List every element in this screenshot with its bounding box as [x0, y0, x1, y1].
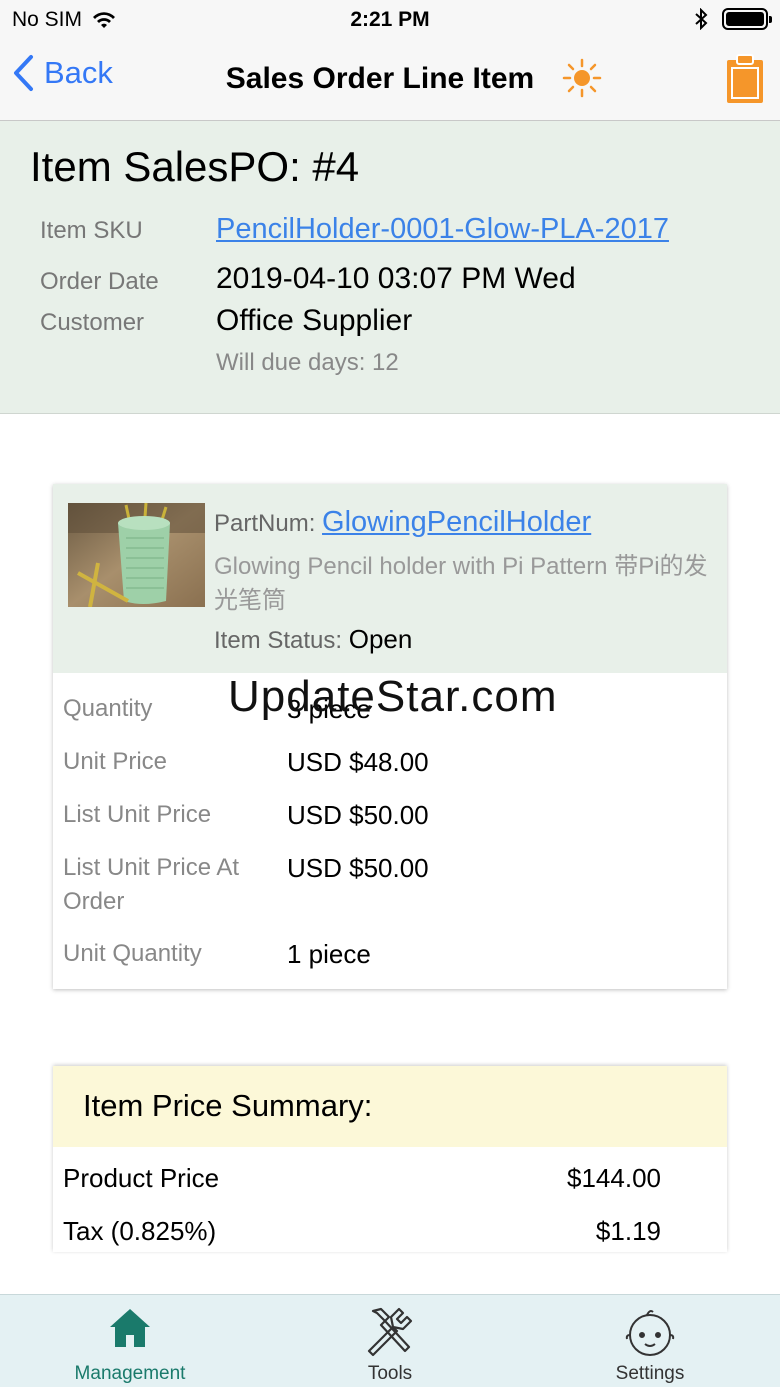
clock: 2:21 PM [350, 8, 430, 31]
battery-icon [722, 8, 772, 30]
status-bar: No SIM 2:21 PM [0, 0, 780, 40]
bluetooth-icon [695, 8, 708, 30]
sku-link[interactable]: PencilHolder-0001-Glow-PLA-2017 [216, 213, 669, 245]
list-unit-price-at-order-value: USD $50.00 [287, 853, 429, 883]
unit-quantity-value: 1 piece [287, 939, 371, 969]
tab-tools-label: Tools [367, 1363, 413, 1384]
sun-icon[interactable] [562, 58, 602, 98]
tab-bar: Management Tools Settings [0, 1294, 780, 1387]
status-right [694, 8, 772, 30]
order-date-value: 2019-04-10 03:07 PM Wed [216, 262, 576, 295]
house-icon [110, 1309, 150, 1347]
unit-price-value: USD $48.00 [287, 747, 429, 777]
tab-settings[interactable]: Settings [560, 1295, 740, 1387]
partnum-row: PartNum: GlowingPencilHolder [214, 506, 591, 539]
item-status-value: Open [348, 624, 413, 654]
tab-tools[interactable]: Tools [300, 1295, 480, 1387]
page-title: Item SalesPO: #4 [30, 143, 360, 190]
tab-management[interactable]: Management [40, 1295, 220, 1387]
unit-quantity-label: Unit Quantity [63, 940, 202, 967]
tax-label: Tax (0.825%) [63, 1216, 217, 1246]
item-status-label: Item Status: [214, 627, 343, 654]
sku-label: Item SKU [40, 217, 143, 244]
product-price-label: Product Price [63, 1163, 220, 1193]
list-unit-price-value: USD $50.00 [287, 800, 429, 830]
tax-value: $1.19 [595, 1216, 661, 1246]
list-unit-price-at-order-label: List Unit Price At Order [63, 854, 240, 915]
product-price-value: $144.00 [567, 1163, 661, 1193]
unit-price-label: Unit Price [63, 748, 168, 775]
part-summary: PartNum: GlowingPencilHolder Glowing Pen… [53, 484, 727, 673]
baby-face-icon [625, 1310, 675, 1356]
partnum-label: PartNum: [214, 510, 316, 537]
navigation-bar: Back Sales Order Line Item [0, 40, 780, 121]
price-summary-title: Item Price Summary: [83, 1088, 373, 1123]
customer-label: Customer [40, 309, 145, 336]
pencil-holder-image [68, 503, 205, 607]
tools-icon [367, 1307, 413, 1357]
customer-value: Office Supplier [216, 304, 413, 337]
item-description: Glowing Pencil holder with Pi Pattern 带P… [214, 553, 708, 614]
tab-settings-label: Settings [615, 1363, 685, 1384]
line-item-card: PartNum: GlowingPencilHolder Glowing Pen… [53, 484, 727, 989]
watermark: UpdateStar.com [228, 672, 558, 721]
list-unit-price-label: List Unit Price [63, 801, 212, 828]
due-days-text: Will due days: 12 [216, 349, 399, 376]
nav-title: Sales Order Line Item [225, 62, 535, 95]
tab-management-label: Management [74, 1363, 186, 1384]
partnum-link[interactable]: GlowingPencilHolder [322, 506, 591, 538]
order-header: Item SalesPO: #4 Item SKU PencilHolder-0… [0, 121, 780, 414]
clipboard-icon[interactable] [726, 54, 764, 104]
order-date-label: Order Date [40, 268, 159, 295]
product-thumbnail[interactable] [68, 503, 205, 607]
price-summary-card: Item Price Summary: Product Price $144.0… [53, 1066, 727, 1252]
price-summary-header: Item Price Summary: [53, 1066, 727, 1147]
item-status-row: Item Status: Open [214, 624, 412, 655]
